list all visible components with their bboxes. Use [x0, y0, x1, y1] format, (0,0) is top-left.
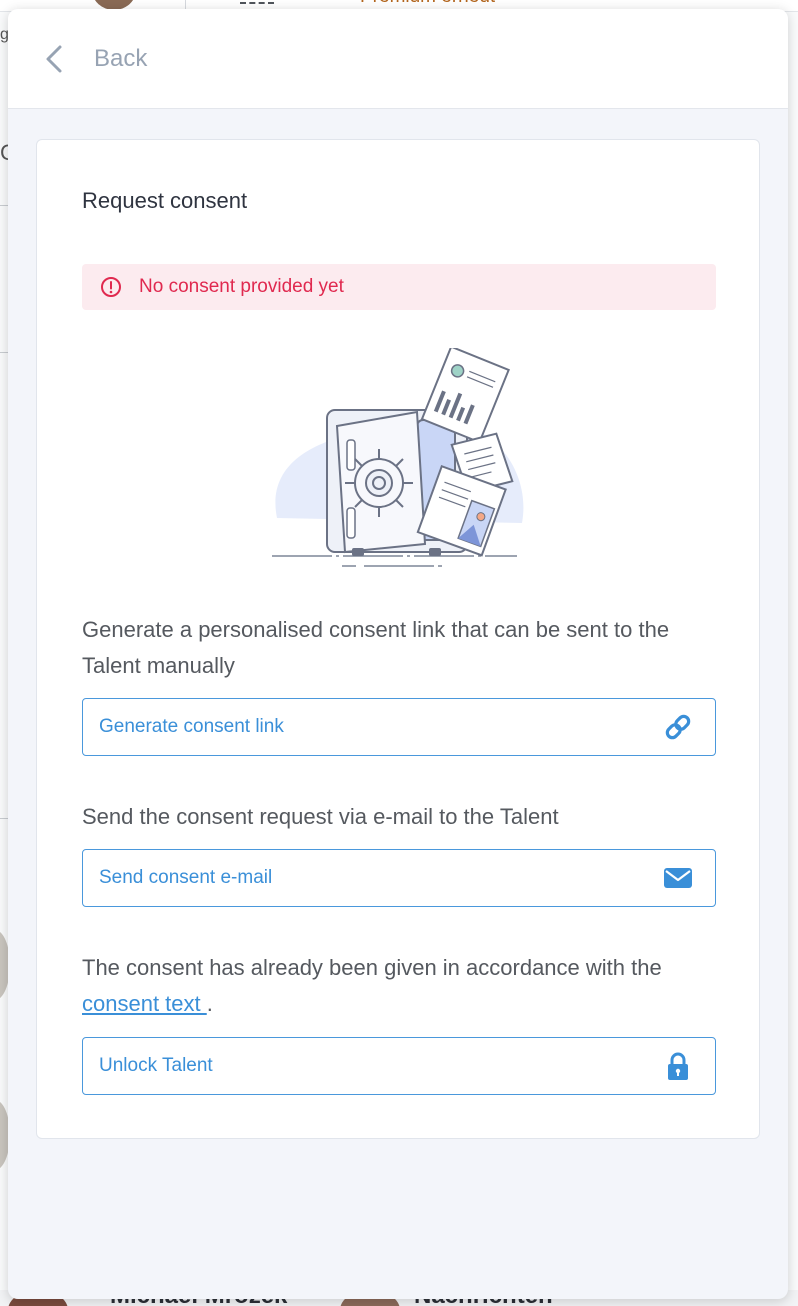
send-consent-email-label: Send consent e-mail: [99, 867, 273, 888]
background-divider: [0, 818, 8, 819]
generate-link-description: Generate a personalised consent link tha…: [82, 617, 670, 678]
chevron-left-icon: [46, 45, 62, 73]
alert-circle-icon: [101, 277, 121, 297]
back-button[interactable]: Back: [42, 39, 147, 79]
background-divider: [0, 205, 8, 206]
consent-status-alert: No consent provided yet: [82, 264, 716, 310]
consent-given-description: The consent has already been given in ac…: [82, 950, 722, 1022]
consent-given-text: The consent has already been given in ac…: [82, 955, 662, 980]
generate-consent-link-label: Generate consent link: [99, 716, 284, 737]
request-consent-card: Request consent No consent provided yet: [36, 139, 760, 1139]
unlock-talent-label: Unlock Talent: [99, 1055, 213, 1076]
consent-given-period: .: [206, 991, 213, 1016]
alert-text: No consent provided yet: [139, 276, 344, 297]
unlock-talent-button[interactable]: Unlock Talent: [82, 1037, 716, 1095]
safe-illustration: [272, 348, 524, 567]
send-email-description: Send the consent request via e-mail to t…: [82, 804, 559, 829]
consent-text-link[interactable]: consent text: [82, 991, 207, 1016]
background-premium-label: Premium erneut: [360, 0, 495, 8]
card-title: Request consent: [82, 188, 248, 213]
back-label: Back: [94, 45, 148, 72]
lock-icon: [668, 1052, 688, 1080]
generate-consent-link-button[interactable]: Generate consent link: [82, 698, 716, 756]
panel-header: Back: [8, 9, 788, 109]
send-consent-email-button[interactable]: Send consent e-mail: [82, 849, 716, 907]
consent-panel: Back Request consent No consent provided…: [8, 9, 788, 1299]
envelope-icon: [664, 868, 692, 888]
background-divider: [0, 352, 8, 353]
grid-icon: [240, 2, 274, 8]
link-icon: [665, 714, 691, 740]
